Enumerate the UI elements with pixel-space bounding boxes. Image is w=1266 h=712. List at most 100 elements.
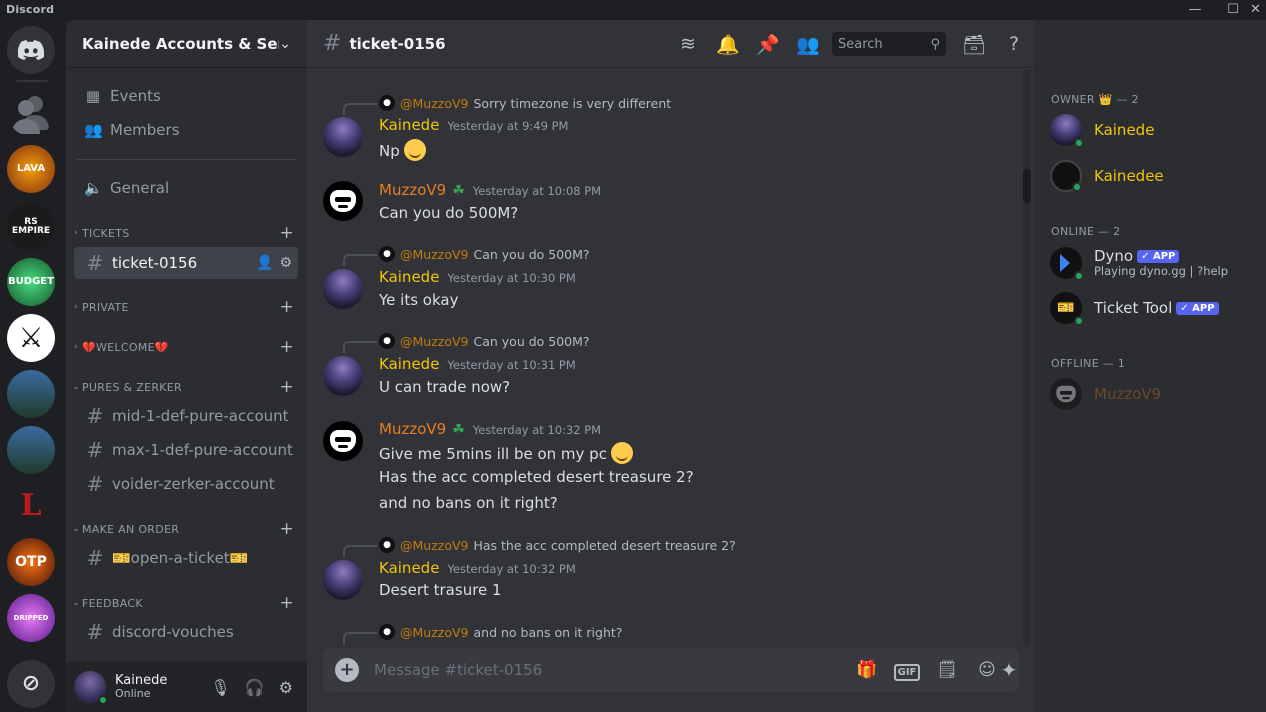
pin-icon[interactable]: 📌 bbox=[748, 33, 788, 56]
user-name: Kainede bbox=[115, 672, 168, 688]
members-link[interactable]: 👥 Members bbox=[74, 114, 298, 146]
channel-discord-vouches[interactable]: # discord-vouches bbox=[74, 616, 298, 648]
bell-icon[interactable]: 🔔 bbox=[708, 33, 748, 56]
avatar[interactable] bbox=[323, 181, 363, 221]
gift-icon[interactable]: 🎁 bbox=[847, 660, 887, 680]
server-lava-services[interactable]: LAVA bbox=[7, 145, 55, 193]
hash-icon: # bbox=[323, 31, 342, 56]
avatar[interactable] bbox=[323, 560, 363, 600]
apps-icon[interactable]: ✦ bbox=[983, 648, 1035, 692]
reply-preview[interactable]: ● @MuzzoV9 and no bans on it right? bbox=[343, 624, 622, 644]
help-icon[interactable]: ? bbox=[994, 33, 1034, 55]
reply-preview[interactable]: ● @MuzzoV9 Has the acc completed desert … bbox=[343, 537, 736, 557]
headphones-icon[interactable]: 🎧 bbox=[245, 678, 265, 697]
guild-header[interactable]: Kainede Accounts & Ser... ⌄ bbox=[66, 20, 307, 68]
message-composer[interactable]: + Message #ticket-0156 🎁 GIF 🗒 ☺ bbox=[323, 648, 1019, 692]
server-budget-services[interactable]: BUDGET bbox=[7, 258, 55, 306]
channel-open-a-ticket[interactable]: # 🎫open-a-ticket🎫 bbox=[74, 542, 298, 574]
channel-voider-zerker[interactable]: # voider-zerker-account bbox=[74, 468, 298, 500]
author-name[interactable]: MuzzoV9 bbox=[379, 420, 446, 438]
scrollbar-thumb[interactable] bbox=[1023, 169, 1031, 203]
close-button[interactable]: ✕ bbox=[1245, 0, 1266, 20]
reply-preview[interactable]: ● @MuzzoV9 Can you do 500M? bbox=[343, 246, 590, 266]
direct-messages-icon[interactable] bbox=[7, 88, 55, 136]
avatar[interactable] bbox=[323, 356, 363, 396]
events-link[interactable]: ▦ Events bbox=[74, 80, 298, 112]
server-label: OTP bbox=[15, 554, 47, 570]
channel-mid-1-def[interactable]: # mid-1-def-pure-account bbox=[74, 400, 298, 432]
member-item[interactable]: MuzzoV9 bbox=[1050, 378, 1161, 410]
gear-icon[interactable]: ⚙ bbox=[279, 255, 292, 271]
author-name[interactable]: Kainede bbox=[379, 355, 439, 373]
server-otp[interactable]: OTP bbox=[7, 538, 55, 586]
discover-button[interactable]: ⊘ bbox=[7, 660, 55, 708]
add-attachment-button[interactable]: + bbox=[335, 658, 359, 682]
member-name: Dyno bbox=[1094, 246, 1134, 265]
member-name: MuzzoV9 bbox=[1094, 385, 1162, 403]
message-input[interactable]: Message #ticket-0156 bbox=[374, 661, 847, 679]
member-item[interactable]: 🎫 Ticket Tool ✓ APP bbox=[1050, 292, 1219, 326]
server-rs-empire[interactable]: RS EMPIRE bbox=[7, 203, 55, 251]
add-channel-button[interactable]: + bbox=[279, 337, 294, 357]
channel-label: discord-vouches bbox=[112, 623, 234, 641]
category-welcome[interactable]: › 💔WELCOME💔 + bbox=[70, 337, 298, 357]
category-tickets[interactable]: › TICKETS + bbox=[70, 223, 298, 243]
channel-max-1-def[interactable]: # max-1-def-pure-account bbox=[74, 434, 298, 466]
add-channel-button[interactable]: + bbox=[279, 377, 294, 397]
author-name[interactable]: Kainede bbox=[379, 268, 439, 286]
category-make-an-order[interactable]: ⌄ MAKE AN ORDER + bbox=[70, 519, 298, 539]
chevron-down-icon: ⌄ bbox=[72, 524, 80, 534]
avatar[interactable] bbox=[323, 117, 363, 157]
home-button[interactable] bbox=[7, 26, 55, 74]
category-pures-zerker[interactable]: ⌄ PURES & ZERKER + bbox=[70, 377, 298, 397]
avatar[interactable] bbox=[323, 269, 363, 309]
message-header: MuzzoV9 ☘ Yesterday at 10:32 PM bbox=[379, 420, 601, 438]
message-header: Kainede Yesterday at 10:30 PM bbox=[379, 268, 576, 286]
server-red-l[interactable]: L bbox=[7, 482, 55, 530]
search-input[interactable]: Search ⚲ bbox=[832, 32, 946, 56]
minimize-button[interactable]: — bbox=[1180, 0, 1210, 20]
avatar[interactable] bbox=[74, 671, 108, 705]
sticker-icon[interactable]: 🗒 bbox=[927, 660, 967, 680]
server-landscape-2[interactable] bbox=[7, 426, 55, 474]
server-dripped[interactable]: DRIPPED bbox=[7, 594, 55, 642]
author-name[interactable]: MuzzoV9 bbox=[379, 181, 446, 199]
channel-label: 🎫open-a-ticket🎫 bbox=[112, 549, 249, 567]
gear-icon[interactable]: ⚙ bbox=[279, 678, 293, 697]
server-landscape-1[interactable] bbox=[7, 370, 55, 418]
channel-ticket-0156[interactable]: # ticket-0156 👤 ⚙ bbox=[74, 247, 298, 279]
scrollbar[interactable] bbox=[1023, 69, 1031, 645]
add-channel-button[interactable]: + bbox=[279, 593, 294, 613]
member-list-icon[interactable]: 👥 bbox=[788, 33, 828, 56]
rail-separator bbox=[16, 80, 48, 82]
category-label: PURES & ZERKER bbox=[82, 380, 182, 394]
reply-preview[interactable]: ● @MuzzoV9 Can you do 500M? bbox=[343, 333, 590, 353]
member-item[interactable]: Dyno ✓ APP Playing dyno.gg | ?help bbox=[1050, 246, 1228, 281]
microphone-icon[interactable]: 🎙 bbox=[210, 678, 230, 697]
author-name[interactable]: Kainede bbox=[379, 116, 439, 134]
add-channel-button[interactable]: + bbox=[279, 223, 294, 243]
author-name[interactable]: Kainede bbox=[379, 559, 439, 577]
channel-general[interactable]: 🔈 General bbox=[74, 172, 298, 204]
avatar[interactable] bbox=[323, 421, 363, 461]
add-channel-button[interactable]: + bbox=[279, 297, 294, 317]
threads-icon[interactable]: ≋ bbox=[668, 33, 708, 55]
member-item[interactable]: Kainedee bbox=[1050, 160, 1164, 192]
invite-icon[interactable]: 👤 bbox=[256, 255, 273, 271]
add-channel-button[interactable]: + bbox=[279, 519, 294, 539]
inbox-icon[interactable]: 🗃 bbox=[954, 33, 994, 56]
maximize-button[interactable]: ☐ bbox=[1218, 0, 1248, 20]
reply-preview[interactable]: ● @MuzzoV9 Sorry timezone is very differ… bbox=[343, 95, 671, 115]
server-crossed-swords[interactable]: ⚔ bbox=[7, 314, 55, 362]
clover-badge-icon: ☘ bbox=[452, 422, 465, 438]
member-item[interactable]: Kainede bbox=[1050, 114, 1154, 148]
category-private[interactable]: › PRIVATE + bbox=[70, 297, 298, 317]
category-feedback[interactable]: ⌄ FEEDBACK + bbox=[70, 593, 298, 613]
avatar bbox=[1050, 247, 1084, 281]
timestamp: Yesterday at 10:08 PM bbox=[472, 184, 602, 198]
sidebar-divider bbox=[76, 159, 296, 160]
message-text: Np bbox=[379, 139, 426, 161]
gif-button[interactable]: GIF bbox=[887, 660, 927, 681]
online-status-icon bbox=[1072, 182, 1082, 192]
reply-mention: @MuzzoV9 bbox=[400, 624, 469, 640]
